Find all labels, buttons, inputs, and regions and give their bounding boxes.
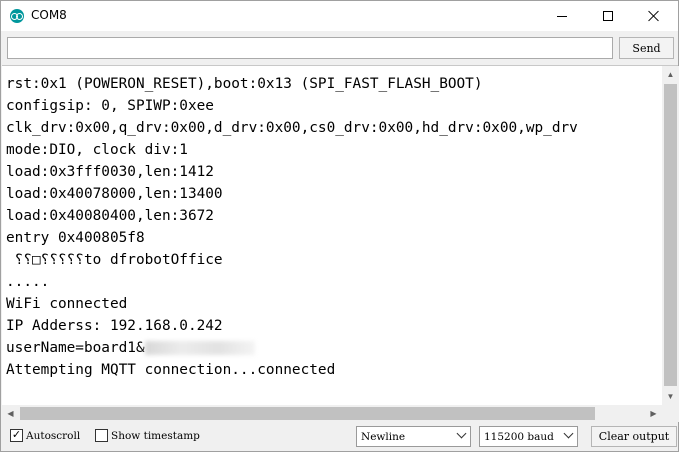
scroll-down-icon[interactable]: ▼: [662, 388, 679, 405]
output-lines: rst:0x1 (POWERON_RESET),boot:0x13 (SPI_F…: [6, 73, 662, 403]
minimize-icon: [557, 15, 567, 17]
chevron-down-icon: [456, 428, 467, 439]
redacted-blur: [144, 341, 255, 355]
serial-monitor-window: COM8 Send rst:0x1 (POWERON_RESET),boot:0…: [0, 0, 679, 452]
arduino-logo-icon: [10, 9, 24, 23]
checkmark-icon: ✓: [11, 429, 22, 441]
line-ending-select[interactable]: Newline: [356, 426, 471, 447]
maximize-button[interactable]: [585, 1, 631, 31]
send-button[interactable]: Send: [619, 37, 674, 59]
minimize-button[interactable]: [539, 1, 585, 31]
output-line: load:0x3fff0030,len:1412: [6, 164, 214, 180]
window-title: COM8: [31, 8, 67, 22]
username-text: userName=board1&: [6, 340, 145, 356]
output-line-username: userName=board1&: [6, 337, 662, 359]
output-line: WiFi connected: [6, 296, 128, 312]
bottom-toolbar: ✓ Autoscroll Show timestamp Newline 1152…: [1, 421, 678, 451]
line-ending-value: Newline: [361, 431, 406, 443]
baud-rate-select[interactable]: 115200 baud: [479, 426, 578, 447]
title-bar: COM8: [1, 1, 678, 31]
output-line: .....: [6, 274, 50, 290]
output-line: Attempting MQTT connection...connected: [6, 362, 336, 378]
output-line: load:0x40078000,len:13400: [6, 186, 223, 202]
output-line: configsip: 0, SPIWP:0xee: [6, 98, 214, 114]
scroll-up-icon[interactable]: ▲: [662, 66, 679, 83]
scrollbar-corner: [662, 405, 679, 422]
output-line: mode:DIO, clock div:1: [6, 142, 188, 158]
horizontal-scroll-thumb[interactable]: [20, 407, 595, 420]
close-button[interactable]: [631, 1, 677, 31]
output-line: load:0x40080400,len:3672: [6, 208, 214, 224]
send-input[interactable]: [7, 37, 613, 59]
output-line: entry 0x400805f8: [6, 230, 145, 246]
output-line: clk_drv:0x00,q_drv:0x00,d_drv:0x00,cs0_d…: [6, 120, 578, 136]
output-line: ⸮⸮□⸮⸮⸮⸮⸮to dfrobotOffice: [6, 252, 223, 268]
scroll-right-icon[interactable]: ▶: [645, 405, 662, 422]
show-timestamp-label[interactable]: Show timestamp: [111, 430, 200, 442]
output-line: rst:0x1 (POWERON_RESET),boot:0x13 (SPI_F…: [6, 76, 483, 92]
autoscroll-label[interactable]: Autoscroll: [26, 430, 80, 442]
horizontal-scrollbar[interactable]: ◀ ▶: [2, 405, 662, 422]
close-icon: [648, 10, 660, 22]
output-line: IP Adderss: 192.168.0.242: [6, 318, 223, 334]
scroll-left-icon[interactable]: ◀: [2, 405, 19, 422]
chevron-down-icon: [563, 428, 574, 439]
baud-rate-value: 115200 baud: [484, 431, 554, 443]
clear-output-button[interactable]: Clear output: [591, 426, 677, 447]
show-timestamp-checkbox[interactable]: [95, 429, 108, 442]
vertical-scroll-thumb[interactable]: [664, 84, 677, 386]
autoscroll-checkbox[interactable]: ✓: [10, 429, 23, 442]
vertical-scrollbar[interactable]: ▲ ▼: [662, 66, 679, 405]
maximize-icon: [603, 11, 613, 21]
serial-output[interactable]: rst:0x1 (POWERON_RESET),boot:0x13 (SPI_F…: [2, 65, 679, 422]
